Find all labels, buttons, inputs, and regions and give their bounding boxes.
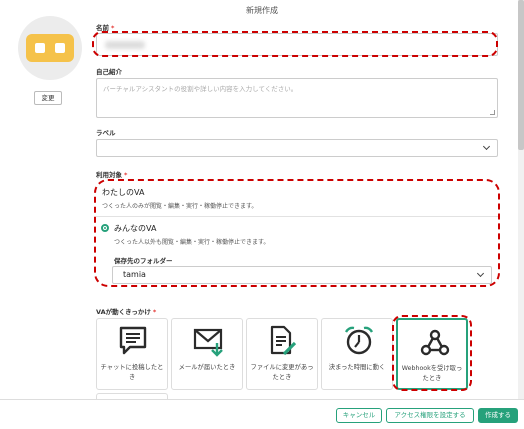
file-edit-icon (270, 325, 297, 356)
webhook-icon (420, 329, 450, 356)
chat-icon (119, 326, 147, 355)
trigger-card-file[interactable]: ファイルに変更があったとき (246, 318, 318, 390)
trigger-caption: 決まった時間に動く (328, 364, 386, 371)
usage-option-title: みんなのVA (114, 224, 157, 233)
folder-select[interactable]: tamia (112, 266, 492, 284)
create-button[interactable]: 作成する (478, 408, 518, 423)
dialog-footer: キャンセル アクセス権限を設定する 作成する (0, 399, 524, 429)
chevron-down-icon (476, 269, 485, 278)
trigger-card-schedule[interactable]: 決まった時間に動く (321, 318, 393, 390)
required-mark: * (111, 24, 115, 32)
trigger-caption: チャットに投稿したとき (100, 364, 164, 381)
mail-icon (193, 328, 223, 357)
scrollbar-thumb[interactable] (518, 0, 524, 150)
change-avatar-button[interactable]: 変更 (34, 91, 62, 105)
trigger-label: VAが動くきっかけ * (96, 308, 157, 316)
cancel-button[interactable]: キャンセル (336, 408, 382, 423)
access-permission-button[interactable]: アクセス権限を設定する (386, 408, 474, 423)
alarm-clock-icon (344, 326, 374, 355)
folder-select-value: tamia (123, 270, 146, 279)
intro-textarea[interactable]: バーチャルアシスタントの役割や詳しい内容を入力してください。 (96, 78, 498, 118)
trigger-card-chat[interactable]: チャットに投稿したとき (96, 318, 168, 390)
usage-label: 利用対象 * (96, 171, 128, 179)
required-mark: * (124, 171, 128, 179)
label-label: ラベル (96, 129, 116, 137)
robot-icon (26, 34, 74, 62)
usage-option-desc: つくった人のみが閲覧・編集・実行・稼働停止できます。 (102, 203, 258, 210)
usage-option-everyone[interactable]: みんなのVA つくった人以外も閲覧・編集・実行・稼働停止できます。 (96, 220, 498, 252)
trigger-caption: ファイルに変更があったとき (250, 364, 314, 381)
trigger-card-webhook[interactable]: Webhookを受け取ったとき (396, 318, 468, 390)
name-value-redacted (105, 41, 145, 49)
name-input[interactable] (96, 33, 498, 56)
usage-option-desc: つくった人以外も閲覧・編集・実行・稼働停止できます。 (114, 239, 270, 246)
trigger-caption: Webhookを受け取ったとき (401, 365, 463, 382)
usage-option-title: わたしのVA (102, 188, 145, 197)
avatar (18, 16, 82, 80)
dialog-title: 新規作成 (246, 6, 278, 15)
radio-selected-icon[interactable] (101, 224, 109, 232)
option-divider (96, 216, 498, 217)
usage-option-mine[interactable]: わたしのVA つくった人のみが閲覧・編集・実行・稼働停止できます。 (96, 181, 498, 215)
resize-handle-icon[interactable] (490, 110, 495, 115)
name-label: 名前 * (96, 24, 115, 32)
chevron-down-icon (482, 142, 491, 151)
label-select[interactable] (96, 139, 498, 157)
required-mark: * (152, 308, 157, 316)
robot-eye-left (35, 43, 45, 53)
robot-eye-right (55, 43, 65, 53)
trigger-caption: メールが届いたとき (178, 364, 236, 371)
folder-label: 保存先のフォルダー (114, 257, 173, 265)
intro-label: 自己紹介 (96, 68, 122, 76)
trigger-card-mail[interactable]: メールが届いたとき (171, 318, 243, 390)
intro-placeholder: バーチャルアシスタントの役割や詳しい内容を入力してください。 (103, 85, 298, 93)
